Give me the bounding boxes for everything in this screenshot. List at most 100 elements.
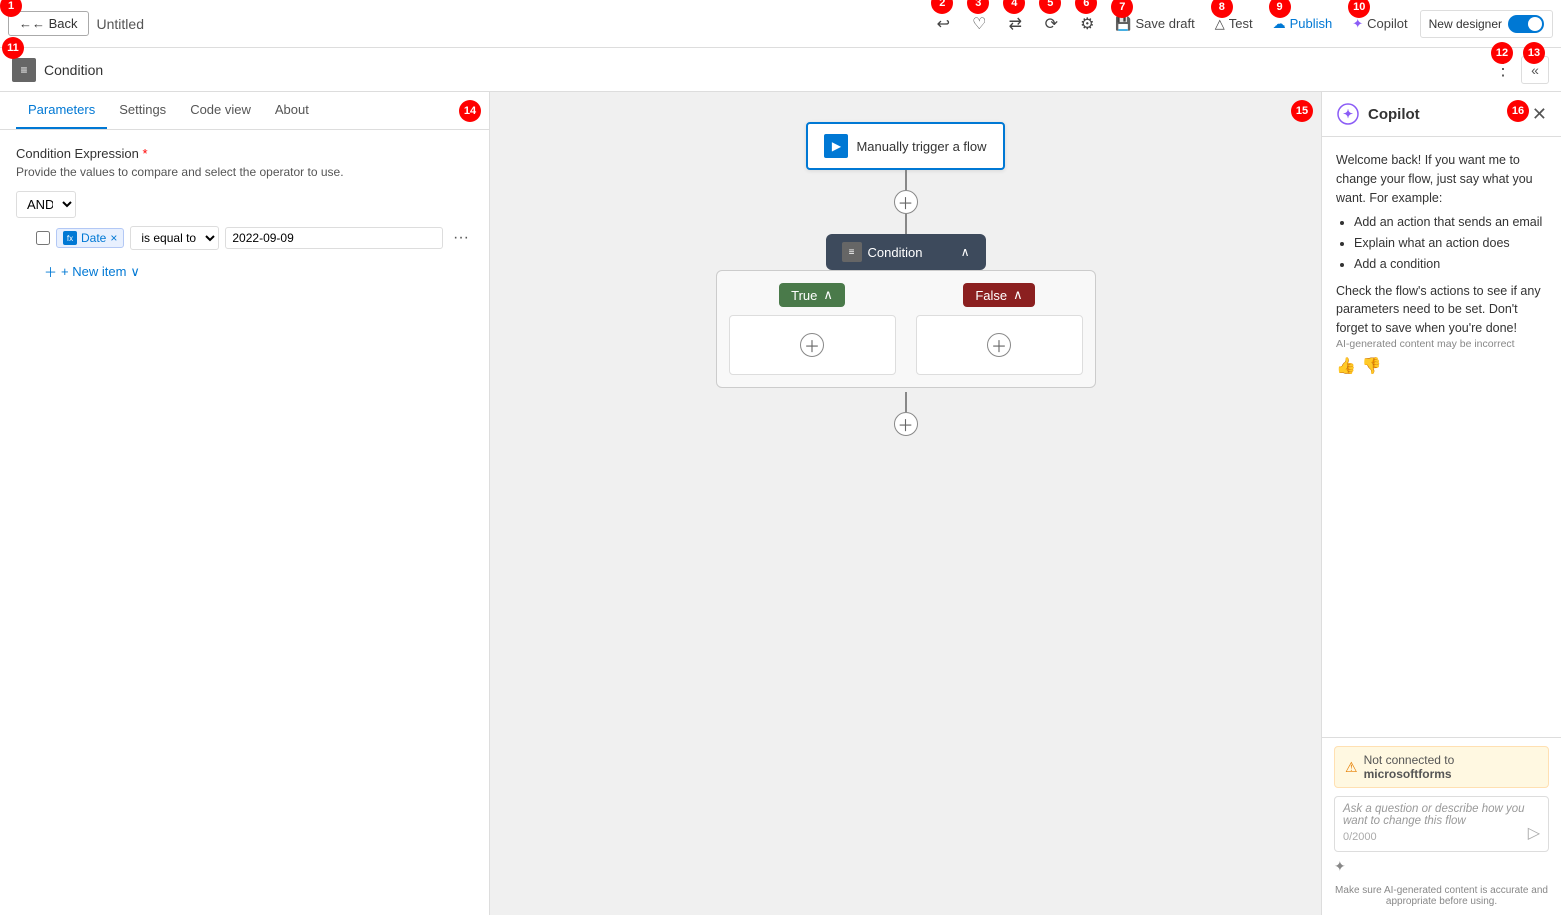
condition-icon-glyph: ≡ (20, 63, 27, 77)
copilot-tools: ✦ (1334, 858, 1549, 875)
thumbs-up-button[interactable]: 👍 (1336, 356, 1356, 376)
connector-line-1 (905, 170, 907, 190)
false-branch-label: False (975, 288, 1007, 303)
copilot-intro: Welcome back! If you want me to change y… (1336, 151, 1547, 207)
condition-node-label: Condition (868, 245, 923, 260)
copilot-outro: Check the flow's actions to see if any p… (1336, 282, 1547, 338)
ai-disclaimer-bottom: Make sure AI-generated content is accura… (1334, 881, 1549, 907)
true-branch-label: True (791, 288, 817, 303)
branches-container: True ∧ ＋ False ∧ ＋ (716, 270, 1096, 388)
svg-text:✦: ✦ (1343, 107, 1353, 121)
new-item-icon: ＋ (44, 262, 57, 281)
back-button[interactable]: ← ← Back (8, 11, 89, 36)
save-draft-icon: 💾 (1115, 16, 1131, 32)
copilot-icon: ✦ (1352, 16, 1363, 32)
save-draft-label: Save draft (1136, 16, 1195, 31)
not-connected-banner: ⚠ Not connected to microsoftforms (1334, 746, 1549, 788)
and-operator-select[interactable]: AND (16, 191, 76, 218)
condition-expression-label: Condition Expression * (16, 146, 473, 161)
thumbs-down-button[interactable]: 👎 (1362, 356, 1382, 376)
tab-code-view[interactable]: Code view (178, 92, 263, 129)
false-branch-header[interactable]: False ∧ (963, 283, 1034, 307)
connector-line-2 (905, 214, 907, 234)
condition-row: fx Date × is equal to 2022-09-09 ··· (16, 226, 473, 250)
false-branch: False ∧ ＋ (916, 283, 1083, 375)
main-layout: 14 Parameters Settings Code view About C… (0, 92, 1561, 915)
row-more-button[interactable]: ··· (449, 226, 473, 250)
badge-11: 11 (2, 37, 24, 59)
condition-node[interactable]: ≡ Condition ∧ (826, 234, 986, 270)
tab-parameters[interactable]: Parameters (16, 92, 107, 129)
tab-settings[interactable]: Settings (107, 92, 178, 129)
suggestion-2: Explain what an action does (1354, 234, 1547, 253)
badge-16: 16 (1507, 100, 1529, 122)
badge-9: 9 (1269, 0, 1291, 18)
field-name: Date (81, 231, 106, 245)
badge-8: 8 (1211, 0, 1233, 18)
add-false-step-button[interactable]: ＋ (987, 333, 1011, 357)
copilot-title: Copilot (1368, 106, 1420, 123)
ai-actions: 👍 👎 (1336, 356, 1547, 376)
condition-node-container: ≡ Condition ∧ True ∧ ＋ (716, 234, 1096, 388)
connector-line-bottom (905, 392, 907, 412)
header-left: 1 ← ← Back Untitled (8, 11, 921, 36)
suggestion-1: Add an action that sends an email (1354, 213, 1547, 232)
condition-node-left: ≡ Condition (842, 242, 923, 262)
new-item-button[interactable]: ＋ + New item ∨ (36, 258, 473, 285)
connector-1: ＋ (894, 170, 918, 234)
new-designer-toggle-container: New designer (1420, 10, 1553, 38)
add-true-step-button[interactable]: ＋ (800, 333, 824, 357)
copilot-message: Welcome back! If you want me to change y… (1336, 151, 1547, 338)
trigger-icon: ▶ (824, 134, 848, 158)
bottom-add-connector: ＋ (894, 392, 918, 436)
condition-chevron-icon[interactable]: ∧ (961, 245, 970, 259)
field-tag: fx Date × (56, 228, 124, 248)
copilot-footer: ⚠ Not connected to microsoftforms Ask a … (1322, 737, 1561, 915)
copilot-label: Copilot (1367, 16, 1407, 31)
spark-tool-button[interactable]: ✦ (1334, 858, 1346, 875)
publish-label: Publish (1290, 16, 1333, 31)
header-actions: 2 ↩ 3 ♡ 4 ⇄ 5 ⟳ 6 ⚙ 7 💾 Save draft (927, 8, 1553, 40)
char-count: 0/2000 (1343, 831, 1540, 843)
chat-input-area: Ask a question or describe how you want … (1334, 796, 1549, 852)
true-branch-body: ＋ (729, 315, 896, 375)
copilot-panel: 16 ✦ Copilot ✕ Welcome back! If you want… (1321, 92, 1561, 915)
condition-checkbox[interactable] (36, 231, 50, 245)
test-label: Test (1229, 16, 1253, 31)
badge-14: 14 (459, 100, 481, 122)
and-operator-row: AND (16, 191, 473, 218)
trigger-node[interactable]: ▶ Manually trigger a flow (806, 122, 1004, 170)
copilot-suggestions: Add an action that sends an email Explai… (1336, 213, 1547, 273)
field-tag-remove[interactable]: × (110, 231, 117, 245)
new-designer-toggle[interactable] (1508, 15, 1544, 33)
tabs-bar: Parameters Settings Code view About (0, 92, 489, 130)
copilot-close-button[interactable]: ✕ (1532, 104, 1547, 125)
true-branch: True ∧ ＋ (729, 283, 896, 375)
condition-node-icon-inner: ≡ (842, 242, 862, 262)
copilot-body: Welcome back! If you want me to change y… (1322, 137, 1561, 737)
value-input[interactable]: 2022-09-09 (225, 227, 443, 249)
back-label: ← Back (32, 16, 78, 31)
badge-15: 15 (1291, 100, 1313, 122)
required-marker: * (142, 146, 147, 161)
tab-about[interactable]: About (263, 92, 321, 129)
send-button[interactable]: ▷ (1528, 823, 1540, 843)
new-designer-label: New designer (1429, 17, 1502, 31)
center-panel: 15 ▶ Manually trigger a flow ＋ ≡ (490, 92, 1321, 915)
not-connected-text: Not connected to microsoftforms (1364, 753, 1538, 781)
true-branch-header[interactable]: True ∧ (779, 283, 845, 307)
operator-select[interactable]: is equal to (130, 226, 219, 250)
add-step-button-bottom[interactable]: ＋ (894, 412, 918, 436)
back-arrow-icon: ← (19, 16, 32, 31)
copilot-logo-icon: ✦ (1336, 102, 1360, 126)
add-step-button-1[interactable]: ＋ (894, 190, 918, 214)
badge-13: 13 (1523, 42, 1545, 64)
condition-node-icon: ≡ (12, 58, 36, 82)
flow-canvas: ▶ Manually trigger a flow ＋ ≡ Condition … (716, 122, 1096, 436)
sub-header-title: Condition (44, 62, 1481, 78)
true-chevron-icon: ∧ (823, 287, 833, 303)
trigger-label: Manually trigger a flow (856, 139, 986, 154)
false-chevron-icon: ∧ (1013, 287, 1023, 303)
condition-builder: AND fx Date × is equal to (16, 191, 473, 285)
badge-12: 12 (1491, 42, 1513, 64)
